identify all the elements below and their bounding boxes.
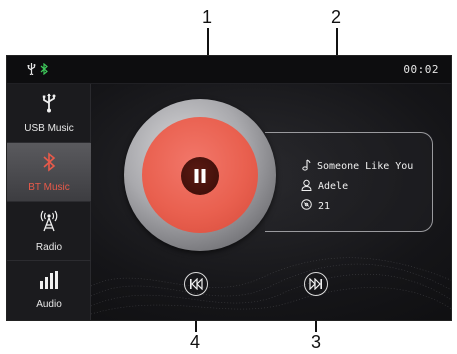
- pause-icon: [194, 169, 206, 183]
- sidebar-item-audio[interactable]: Audio: [7, 261, 91, 320]
- person-icon: [301, 179, 312, 194]
- usb-icon: [41, 93, 57, 118]
- pause-button[interactable]: [181, 157, 219, 195]
- next-track-button[interactable]: [304, 272, 328, 296]
- previous-icon: [190, 278, 203, 290]
- sidebar-item-label: Radio: [35, 241, 63, 253]
- radio-tower-icon: [38, 210, 60, 237]
- album-disc: [124, 99, 276, 251]
- usb-status-icon: [27, 62, 36, 80]
- callout-2: 2: [331, 7, 342, 27]
- track-title: Someone Like You: [317, 161, 414, 172]
- sidebar-item-label: Audio: [36, 299, 62, 310]
- sidebar-item-label: USB Music: [24, 122, 74, 134]
- next-icon: [309, 278, 322, 290]
- clock: 00:02: [403, 63, 439, 76]
- status-bar: 00:02: [7, 56, 451, 84]
- sidebar-item-usb-music[interactable]: USB Music: [7, 84, 91, 143]
- track-artist: Adele: [318, 181, 349, 192]
- sidebar-item-radio[interactable]: Radio: [7, 202, 91, 261]
- track-info-panel: Someone Like You Adele 21: [265, 132, 433, 232]
- bluetooth-icon: [42, 151, 56, 177]
- track-number: 21: [318, 200, 331, 212]
- bluetooth-status-icon: [40, 62, 48, 80]
- callout-1: 1: [202, 7, 213, 27]
- sidebar: USB Music BT Music Radio Audio: [7, 84, 91, 320]
- track-artist-row: Adele: [301, 179, 348, 194]
- head-unit-screen: 00:02 USB Music BT Music Radio Audio Som…: [6, 55, 452, 321]
- callout-4: 4: [190, 332, 201, 352]
- callout-3: 3: [311, 332, 322, 352]
- sidebar-item-bt-music[interactable]: BT Music: [7, 143, 91, 202]
- track-title-row: Someone Like You: [301, 159, 413, 174]
- sidebar-item-label: BT Music: [28, 181, 70, 193]
- music-note-icon: [301, 159, 311, 174]
- track-album-row: 21: [301, 199, 330, 213]
- previous-track-button[interactable]: [184, 272, 208, 296]
- disc-icon: [301, 199, 312, 213]
- equalizer-icon: [39, 271, 59, 294]
